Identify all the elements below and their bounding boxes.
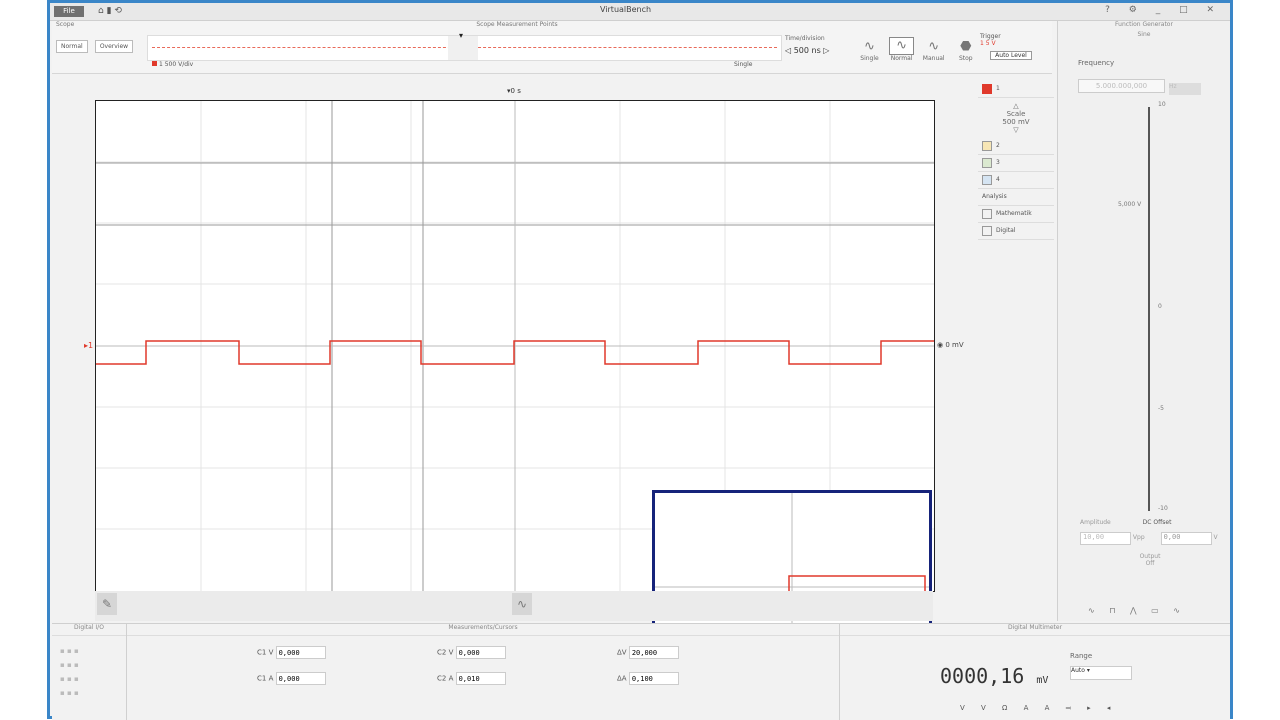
channel-3-row[interactable]: 3: [978, 155, 1054, 172]
dc-offset-label: DC Offset: [1142, 519, 1172, 526]
acq-stop-button[interactable]: ⬣ Stop: [953, 39, 978, 62]
acq-single-button[interactable]: ∿ Single: [857, 39, 882, 62]
app-window: File ⌂ ▮ ⟲ VirtualBench ? ⚙ _ □ ✕ Scope …: [47, 0, 1233, 720]
cursor-c2-v: C2 V: [437, 646, 506, 659]
dmm-reading: 0000,16 mV: [940, 664, 1049, 688]
cursor-delta-v: ΔV: [617, 646, 679, 659]
dmm-range-label: Range: [1070, 652, 1093, 660]
bottom-panel: Digital I/O ▪ ▪ ▪ ▪ ▪ ▪ ▪ ▪ ▪ ▪ ▪ ▪ Measure…: [52, 623, 1230, 720]
scope-display[interactable]: [95, 100, 935, 684]
channel-2-row[interactable]: 2: [978, 138, 1054, 155]
dmm-header: Digital Multimeter: [840, 624, 1230, 636]
menu-button[interactable]: File: [54, 6, 84, 17]
single-label: Single: [734, 61, 753, 68]
scale-widget[interactable]: △ Scale 500 mV ▽: [978, 98, 1054, 138]
cursors-header: Measurements/Cursors: [127, 624, 839, 636]
stop-icon: ⬣: [960, 39, 972, 54]
function-generator-panel: Function Generator Sine Frequency 5.000.…: [1057, 21, 1230, 621]
mode-group: Normal Overview: [56, 33, 135, 53]
channel-ground-marker[interactable]: ▸1: [84, 341, 93, 350]
acquisition-modes: ∿ Single ∿ Normal ∿ Manual ⬣ Stop: [857, 37, 980, 64]
dc-offset-unit: V: [1213, 534, 1218, 541]
cursor-delta-a-input[interactable]: [628, 672, 679, 685]
title-bar: File ⌂ ▮ ⟲ VirtualBench ? ⚙ _ □ ✕: [50, 3, 1230, 21]
digital-io-section: Digital I/O ▪ ▪ ▪ ▪ ▪ ▪ ▪ ▪ ▪ ▪ ▪ ▪: [52, 624, 127, 720]
amplitude-slider[interactable]: [1148, 107, 1150, 511]
cursor-c2-a-input[interactable]: [455, 672, 506, 685]
frequency-input[interactable]: 5.000.000,000: [1078, 79, 1165, 93]
cursor-delta-a: ΔA: [617, 672, 679, 685]
waveform-tabs[interactable]: ∿ ⊓ ⋀ ▭ ∿: [1088, 606, 1186, 615]
tick-top: 10: [1158, 101, 1166, 108]
cursor-c2-v-input[interactable]: [455, 646, 506, 659]
auto-level-button[interactable]: Auto Level: [990, 51, 1032, 60]
acq-manual-button[interactable]: ∿ Manual: [921, 39, 946, 62]
cursor-c1-v: C1 V: [257, 646, 326, 659]
amplitude-row: Amplitude DC Offset 10,00 Vpp 0,00 V Out…: [1080, 519, 1220, 567]
output-value[interactable]: Off: [1080, 560, 1220, 567]
trigger-label: Trigger: [980, 33, 1001, 40]
manual-wave-icon: ∿: [928, 39, 940, 54]
frequency-label: Frequency: [1078, 59, 1115, 67]
tick-mid: 0: [1158, 303, 1162, 310]
amplitude-label: Amplitude: [1080, 519, 1111, 526]
trigger-level-readout: ◉ 0 mV: [937, 341, 964, 349]
scale-up-icon[interactable]: △: [978, 102, 1054, 110]
timebase[interactable]: Time/division ◁ 500 ns ▷: [785, 35, 855, 55]
math-row[interactable]: Mathematik: [978, 206, 1054, 223]
mode-header: Scope: [56, 21, 75, 28]
dmm-range-select[interactable]: Auto ▾: [1070, 666, 1132, 680]
window-controls[interactable]: ? ⚙ _ □ ✕: [1105, 5, 1222, 15]
overview-header: Scope Measurement Points: [476, 21, 558, 28]
scope-toolbar: ✎ ∿: [95, 591, 933, 621]
trigger-position-icon[interactable]: ▾: [459, 31, 463, 40]
trigger-source[interactable]: 1 5 V: [980, 40, 1052, 47]
amplitude-unit: Vpp: [1132, 534, 1145, 541]
scale-down-icon[interactable]: ▽: [978, 126, 1054, 134]
mode-normal-button[interactable]: Normal: [56, 40, 88, 53]
toolbar-icons[interactable]: ⌂ ▮ ⟲: [98, 6, 122, 16]
cursor-c1-a-input[interactable]: [275, 672, 326, 685]
tick-bottom: -10: [1158, 505, 1168, 512]
app-title: VirtualBench: [600, 5, 652, 14]
generator-waveform: Sine: [1137, 31, 1151, 38]
cursor-c1-v-input[interactable]: [275, 646, 326, 659]
timebase-label: Time/division: [785, 35, 825, 42]
output-label: Output: [1139, 553, 1161, 560]
scale-label: Scale: [1006, 110, 1026, 118]
scale-value: 500 mV: [1002, 118, 1030, 126]
dmm-mode-bar[interactable]: V V Ω A A ⫤ ▸ ◂: [960, 704, 1117, 713]
digital-row[interactable]: Digital: [978, 223, 1054, 240]
digital-io-header: Digital I/O: [52, 624, 126, 636]
cursor-c1-a: C1 A: [257, 672, 326, 685]
acq-normal-button[interactable]: ∿ Normal: [889, 37, 915, 62]
frequency-row: 5.000.000,000 Hz: [1078, 73, 1201, 95]
mode-overview-button[interactable]: Overview: [94, 40, 134, 53]
slider-value-label: 5,000 V: [1118, 201, 1142, 208]
digital-io-grid[interactable]: ▪ ▪ ▪ ▪ ▪ ▪ ▪ ▪ ▪ ▪ ▪ ▪: [52, 636, 126, 708]
channel-legend: 1 500 V/div: [152, 61, 193, 68]
cursor-tool-icon[interactable]: ✎: [97, 593, 117, 615]
tick-low: -5: [1158, 405, 1164, 412]
trigger-time-marker[interactable]: ▾0 s: [507, 87, 521, 95]
autoscale-icon[interactable]: ∿: [512, 593, 532, 615]
trigger-panel: Trigger 1 5 V Auto Level: [980, 33, 1052, 78]
channel-panel: 1 △ Scale 500 mV ▽ 2 3 4 Analysis Mathem…: [978, 81, 1054, 621]
frequency-unit[interactable]: Hz: [1169, 83, 1201, 95]
dc-offset-input[interactable]: 0,00: [1160, 532, 1212, 545]
overview-strip[interactable]: ▾: [147, 31, 782, 61]
channel-1-row[interactable]: 1: [978, 81, 1054, 98]
normal-wave-icon: ∿: [889, 37, 915, 55]
cursor-delta-v-input[interactable]: [628, 646, 679, 659]
timebase-value[interactable]: ◁ 500 ns ▷: [785, 46, 855, 55]
analysis-header: Analysis: [978, 189, 1054, 206]
cursor-c2-a: C2 A: [437, 672, 506, 685]
amplitude-input[interactable]: 10,00: [1080, 532, 1131, 545]
scope-top-panel: Scope Normal Overview Scope Measurement …: [52, 21, 1052, 74]
generator-header: Function Generator: [1115, 21, 1173, 28]
cursors-section: Measurements/Cursors C1 V C2 V ΔV C1 A C…: [127, 624, 840, 720]
channel-4-row[interactable]: 4: [978, 172, 1054, 189]
dmm-section: Digital Multimeter Range 0000,16 mV Auto…: [840, 624, 1230, 720]
single-wave-icon: ∿: [864, 39, 875, 54]
